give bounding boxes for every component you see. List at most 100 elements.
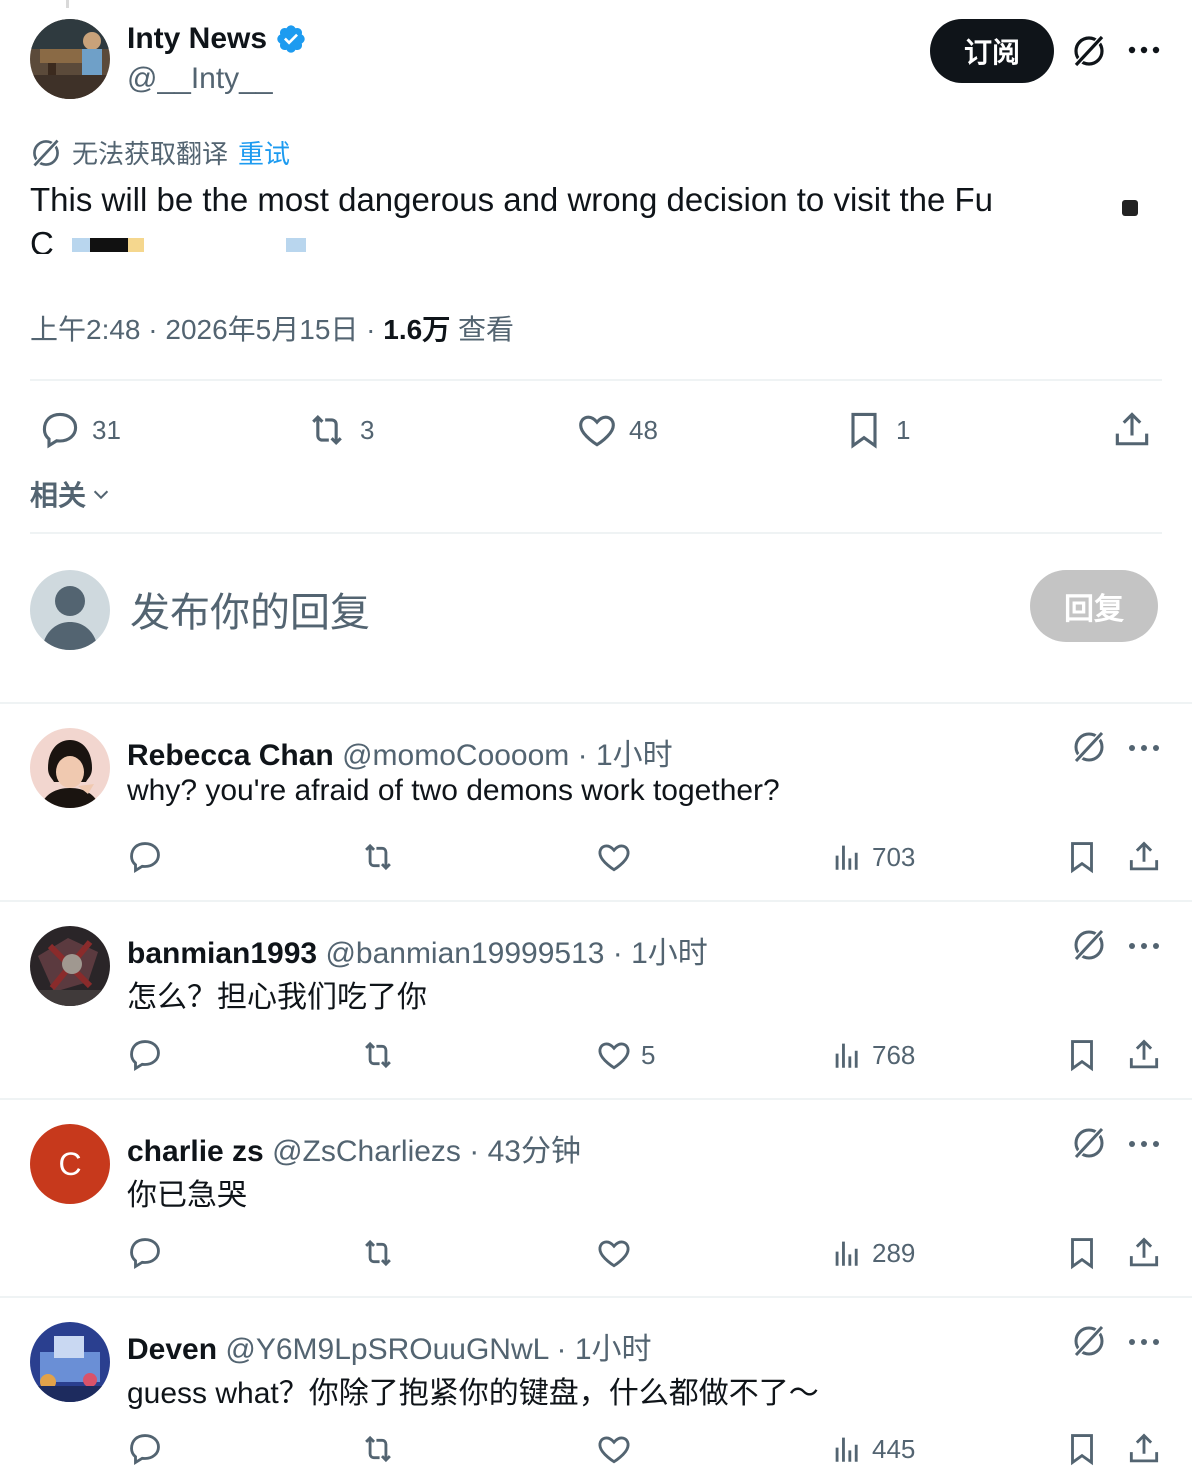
like-action[interactable]: 48: [575, 408, 658, 452]
retweet-count: 3: [360, 414, 375, 445]
reply-author-handle[interactable]: @momoCoooom: [342, 739, 569, 772]
reply-input[interactable]: 发布你的回复: [130, 580, 370, 638]
views-count: 1.6万: [383, 314, 451, 345]
bookmark-count: 1: [896, 414, 911, 445]
like-action[interactable]: [595, 1430, 641, 1468]
more-icon[interactable]: [1128, 738, 1160, 758]
share-icon[interactable]: [1125, 1430, 1163, 1468]
reply-time[interactable]: · 43分钟: [461, 1135, 581, 1168]
more-icon[interactable]: [1128, 1332, 1160, 1352]
reply-avatar[interactable]: [30, 728, 110, 808]
reply-icon[interactable]: [126, 1234, 164, 1272]
views-action[interactable]: 703: [830, 838, 915, 876]
more-icon[interactable]: [1128, 40, 1160, 60]
reply-icon[interactable]: [126, 838, 164, 876]
views-action[interactable]: 289: [830, 1234, 915, 1272]
like-count: 5: [641, 1039, 656, 1070]
retweet-icon: [304, 408, 350, 452]
like-count: 48: [629, 414, 658, 445]
reply-icon[interactable]: [126, 1036, 164, 1074]
reply-author-name[interactable]: Deven: [127, 1333, 217, 1366]
grok-icon[interactable]: [1071, 729, 1107, 765]
top-edge-mark: [66, 0, 69, 8]
divider: [30, 379, 1162, 381]
author-name-row: Inty News: [127, 22, 307, 56]
bookmark-icon[interactable]: [1063, 1234, 1101, 1272]
author-avatar[interactable]: [30, 19, 110, 99]
reply-text: guess what？你除了抱紧你的键盘，什么都做不了～: [127, 1377, 819, 1410]
reply-item[interactable]: banmian1993 @banmian19999513 · 1小时 怎么？担心…: [0, 900, 1192, 1098]
grok-icon[interactable]: [1071, 33, 1107, 69]
share-icon[interactable]: [1125, 838, 1163, 876]
reply-header: Deven @Y6M9LpSROuuGNwL · 1小时: [127, 1324, 652, 1368]
retweet-action[interactable]: 3: [304, 408, 374, 452]
analytics-icon: [830, 1430, 864, 1468]
heart-icon: [595, 1036, 633, 1074]
user-avatar[interactable]: [30, 570, 110, 650]
reply-time[interactable]: · 1小时: [569, 739, 673, 772]
retweet-icon[interactable]: [358, 1430, 398, 1468]
reply-author-name[interactable]: Rebecca Chan: [127, 739, 334, 772]
tweet-meta: 上午2:48 · 2026年5月15日 · 1.6万 查看: [30, 308, 514, 348]
grok-icon[interactable]: [1071, 927, 1107, 963]
bookmark-icon[interactable]: [1063, 1036, 1101, 1074]
author-name[interactable]: Inty News: [127, 22, 267, 56]
retweet-icon[interactable]: [358, 838, 398, 876]
bookmark-icon[interactable]: [1063, 1430, 1101, 1468]
tweet-text: This will be the most dangerous and wron…: [30, 178, 1150, 254]
bookmark-action[interactable]: 1: [842, 408, 910, 452]
related-toggle[interactable]: 相关: [30, 474, 112, 514]
reply-submit-button[interactable]: 回复: [1030, 570, 1158, 642]
views-action[interactable]: 445: [830, 1430, 915, 1468]
retweet-icon[interactable]: [358, 1036, 398, 1074]
reply-avatar[interactable]: C: [30, 1124, 110, 1204]
heart-icon: [595, 1430, 633, 1468]
reply-author-handle[interactable]: @banmian19999513: [325, 937, 604, 970]
like-action[interactable]: [595, 838, 641, 876]
like-action[interactable]: 5: [595, 1036, 655, 1074]
share-icon[interactable]: [1125, 1036, 1163, 1074]
reply-item[interactable]: Deven @Y6M9LpSROuuGNwL · 1小时 guess what？…: [0, 1296, 1192, 1470]
share-icon[interactable]: [1110, 408, 1154, 452]
reply-action[interactable]: 31: [38, 408, 121, 452]
retweet-icon[interactable]: [358, 1234, 398, 1272]
analytics-icon: [830, 838, 864, 876]
related-label: 相关: [30, 480, 87, 511]
subscribe-button[interactable]: 订阅: [930, 19, 1054, 83]
reply-item[interactable]: Rebecca Chan @momoCoooom · 1小时 why? you'…: [0, 702, 1192, 900]
view-count: 703: [872, 841, 916, 872]
views-action[interactable]: 768: [830, 1036, 915, 1074]
bookmark-icon: [842, 408, 886, 452]
share-icon[interactable]: [1125, 1234, 1163, 1272]
reply-avatar[interactable]: [30, 926, 110, 1006]
reply-author-handle[interactable]: @ZsCharliezs: [272, 1135, 461, 1168]
views-label: 查看: [450, 314, 514, 345]
grok-icon: [30, 137, 62, 169]
reply-text: 你已急哭: [127, 1179, 247, 1212]
reply-author-name[interactable]: charlie zs: [127, 1135, 264, 1168]
reply-time[interactable]: · 1小时: [604, 937, 708, 970]
reply-avatar[interactable]: [30, 1322, 110, 1402]
censor-mark: [72, 238, 90, 252]
retry-link[interactable]: 重试: [238, 134, 290, 171]
analytics-icon: [830, 1234, 864, 1272]
tweet-timestamp[interactable]: 上午2:48 · 2026年5月15日 ·: [30, 314, 383, 345]
more-icon[interactable]: [1128, 1134, 1160, 1154]
reply-author-handle[interactable]: @Y6M9LpSROuuGNwL: [225, 1333, 548, 1366]
author-handle[interactable]: @__Inty__: [127, 62, 273, 96]
censor-mark: [1122, 200, 1138, 216]
reply-author-name[interactable]: banmian1993: [127, 937, 317, 970]
reply-icon[interactable]: [126, 1430, 164, 1468]
reply-text: why? you're afraid of two demons work to…: [127, 774, 780, 807]
reply-item[interactable]: C charlie zs @ZsCharliezs · 43分钟 你已急哭 28…: [0, 1098, 1192, 1296]
reply-time[interactable]: · 1小时: [548, 1333, 652, 1366]
like-action[interactable]: [595, 1234, 641, 1272]
reply-header: Rebecca Chan @momoCoooom · 1小时: [127, 730, 673, 774]
tweet-text-line2: C: [30, 225, 54, 254]
reply-count: 31: [92, 414, 121, 445]
view-count: 289: [872, 1237, 916, 1268]
grok-icon[interactable]: [1071, 1323, 1107, 1359]
bookmark-icon[interactable]: [1063, 838, 1101, 876]
more-icon[interactable]: [1128, 936, 1160, 956]
grok-icon[interactable]: [1071, 1125, 1107, 1161]
